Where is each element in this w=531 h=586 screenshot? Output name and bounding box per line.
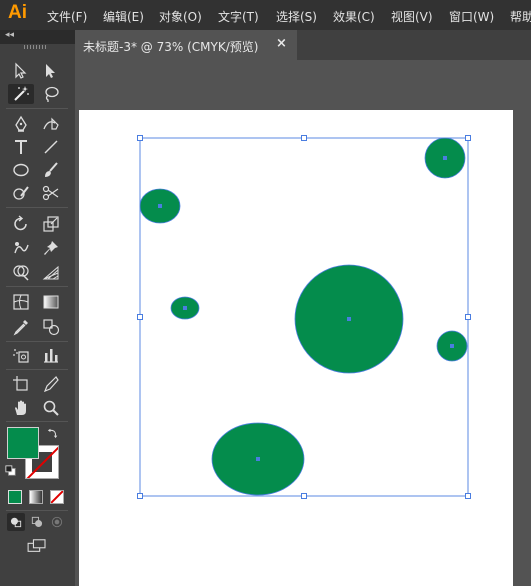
canvas-objects: [137, 135, 471, 499]
resize-handle-top-right[interactable]: [465, 135, 471, 141]
resize-handle-bottom-right[interactable]: [465, 493, 471, 499]
center-point: [183, 306, 187, 310]
center-point: [347, 317, 351, 321]
resize-handle-top[interactable]: [301, 135, 307, 141]
resize-handle-bottom[interactable]: [301, 493, 307, 499]
resize-handle-right[interactable]: [465, 314, 471, 320]
resize-handle-top-left[interactable]: [137, 135, 143, 141]
center-point: [450, 344, 454, 348]
center-point: [158, 204, 162, 208]
resize-handle-left[interactable]: [137, 314, 143, 320]
center-point: [256, 457, 260, 461]
resize-handle-bottom-left[interactable]: [137, 493, 143, 499]
center-point: [443, 156, 447, 160]
